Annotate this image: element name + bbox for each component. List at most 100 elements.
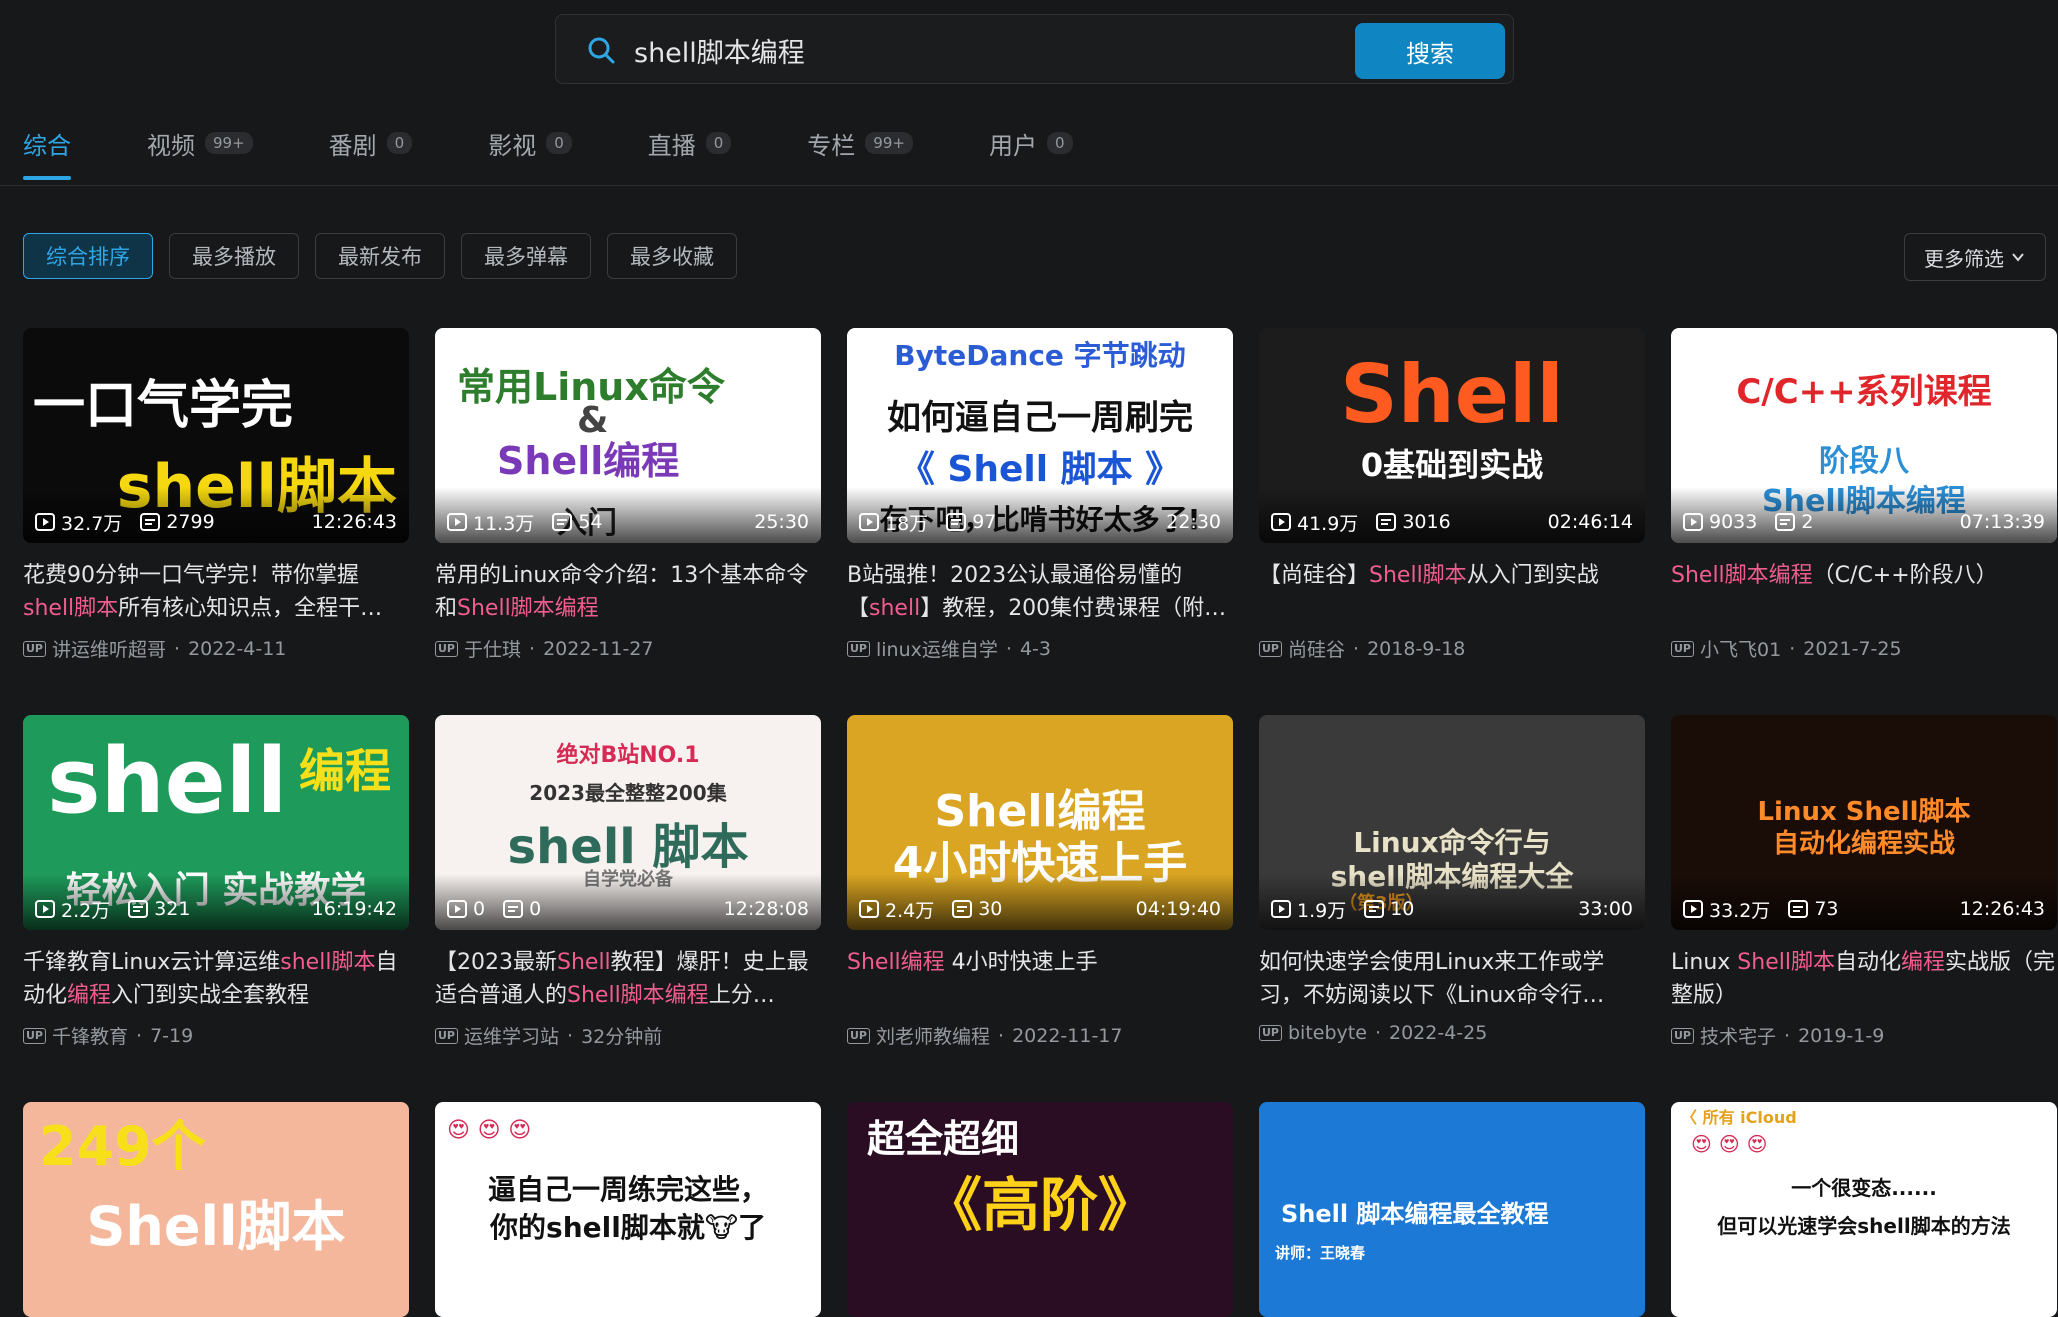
- video-thumbnail[interactable]: Shell 0基础到实战 41.9万 3016 02:46:14: [1259, 328, 1645, 543]
- thumbnail-text: 但可以光速学会shell脚本的方法: [1717, 1214, 2011, 1238]
- search-input[interactable]: [632, 27, 1196, 73]
- thumbnail-text: 超全超细: [867, 1117, 1020, 1161]
- video-title[interactable]: Shell编程 4小时快速上手: [847, 946, 1233, 1012]
- video-duration: 12:26:43: [311, 511, 397, 533]
- video-title[interactable]: 如何快速学会使用Linux来工作或学习，不妨阅读以下《Linux命令行…: [1259, 946, 1645, 1012]
- video-duration: 07:13:39: [1959, 511, 2045, 533]
- author-name: 技术宅子: [1700, 1026, 1777, 1048]
- tab-label: 番剧: [328, 132, 377, 160]
- video-meta[interactable]: UP 于仕琪 · 2022-11-27: [435, 635, 821, 662]
- video-meta[interactable]: UP 讲运维听超哥 · 2022-4-11: [23, 635, 409, 662]
- video-stats: 33.2万 73 12:26:43: [1683, 896, 2045, 922]
- play-count: 2.2万: [35, 896, 110, 923]
- play-count-icon: [859, 900, 879, 918]
- thumbnail-text: C/C++系列课程: [1736, 372, 1992, 412]
- thumbnail-text: 😍 😍 😍: [447, 1118, 532, 1143]
- publish-date: 7-19: [150, 1024, 194, 1047]
- video-thumbnail[interactable]: 〈 所有 iCloud 😍 😍 😍 一个很变态...... 但可以光速学会shell脚…: [1671, 1102, 2057, 1317]
- video-meta[interactable]: UP bitebyte · 2022-4-25: [1259, 1022, 1645, 1044]
- play-count-value: 32.7万: [61, 512, 123, 535]
- video-title[interactable]: 花费90分钟一口气学完！带你掌握 shell脚本所有核心知识点，全程干…: [23, 559, 409, 625]
- sort-option-button[interactable]: 综合排序: [23, 233, 153, 279]
- video-thumbnail[interactable]: ByteDance 字节跳动如何逼自己一周刷完《 Shell 脚本 》存下吧，比…: [847, 328, 1233, 543]
- separator-dot: ·: [1784, 1024, 1791, 1047]
- video-title[interactable]: Shell脚本编程（C/C++阶段八）: [1671, 559, 2057, 625]
- video-card: Shell 0基础到实战 41.9万 3016 02:46:14 【尚硅谷】Shell脚本…: [1259, 328, 1645, 662]
- danmaku-count-value: 321: [154, 898, 191, 920]
- video-duration: 04:19:40: [1135, 898, 1221, 920]
- tab-0[interactable]: 综合: [23, 126, 71, 186]
- video-thumbnail[interactable]: 😍 😍 😍 逼自己一周练完这些， 你的shell脚本就🐮了: [435, 1102, 821, 1317]
- video-meta[interactable]: UP 千锋教育 · 7-19: [23, 1022, 409, 1049]
- play-count: 9033: [1683, 511, 1757, 533]
- play-count: 2.4万: [859, 896, 934, 923]
- sort-option-button[interactable]: 最多收藏: [607, 233, 737, 279]
- tab-2[interactable]: 番剧 0: [329, 126, 413, 186]
- danmaku-icon: [140, 513, 161, 531]
- thumbnail-text: 😍 😍 😍: [1691, 1132, 1768, 1156]
- video-meta[interactable]: UP 技术宅子 · 2019-1-9: [1671, 1022, 2057, 1049]
- tab-5[interactable]: 专栏 99+: [807, 126, 913, 186]
- sort-option-button[interactable]: 最新发布: [315, 233, 445, 279]
- tab-1[interactable]: 视频 99+: [147, 126, 253, 186]
- author-name: 刘老师教编程: [876, 1026, 991, 1048]
- video-thumbnail[interactable]: Shell 脚本编程最全教程 讲师：王晓春: [1259, 1102, 1645, 1317]
- video-title[interactable]: 【尚硅谷】Shell脚本从入门到实战: [1259, 559, 1645, 625]
- tab-6[interactable]: 用户 0: [989, 126, 1073, 186]
- video-thumbnail[interactable]: 249个 Shell脚本: [23, 1102, 409, 1317]
- search-button[interactable]: 搜索: [1355, 23, 1505, 79]
- video-stats: 1.9万 10 33:00: [1271, 896, 1633, 922]
- title-highlight: shell脚本: [23, 596, 119, 621]
- title-text: 入门到实战全套教程: [111, 983, 310, 1008]
- tab-count-badge: 99+: [865, 132, 913, 154]
- video-thumbnail[interactable]: 一口气学完shell脚本32.7万279912:26:43: [23, 328, 409, 543]
- sort-option-button[interactable]: 最多弹幕: [461, 233, 591, 279]
- video-meta[interactable]: UP 尚硅谷 · 2018-9-18: [1259, 635, 1645, 662]
- video-title[interactable]: 千锋教育Linux云计算运维shell脚本自动化编程入门到实战全套教程: [23, 946, 409, 1012]
- video-thumbnail[interactable]: Linux Shell脚本 自动化编程实战 33.2万 73 12:26:43: [1671, 715, 2057, 930]
- video-card: 一口气学完 shell脚本 32.7万 2799 12:26:43 花费90分钟一口气学完…: [23, 328, 409, 662]
- title-text: （C/C++阶段八）: [1812, 563, 1998, 588]
- author-name: 千锋教育: [52, 1026, 129, 1048]
- video-thumbnail[interactable]: Shell编程 4小时快速上手 2.4万 30 04:19:40: [847, 715, 1233, 930]
- video-meta[interactable]: UP 小飞飞01 · 2021-7-25: [1671, 635, 2057, 662]
- video-title[interactable]: 常用的Linux命令介绍：13个基本命令和Shell脚本编程: [435, 559, 821, 625]
- video-duration: 22:30: [1166, 511, 1221, 533]
- title-text: 花费90分钟一口气学完！带你掌握: [23, 563, 359, 588]
- video-title[interactable]: 【2023最新Shell教程】爆肝！史上最适合普通人的Shell脚本编程上分…: [435, 946, 821, 1012]
- thumbnail-text: Shell脚本: [86, 1195, 346, 1258]
- video-meta[interactable]: UP 运维学习站 · 32分钟前: [435, 1022, 821, 1049]
- thumbnail-text: 自动化编程实战: [1772, 829, 1955, 859]
- video-meta[interactable]: UP linux运维自学 · 4-3: [847, 635, 1233, 662]
- play-count-value: 11.3万: [473, 512, 535, 535]
- video-thumbnail[interactable]: C/C++系列课程阶段八Shell脚本编程9033207:13:39: [1671, 328, 2057, 543]
- tab-4[interactable]: 直播 0: [648, 126, 732, 186]
- separator-dot: ·: [136, 1024, 143, 1047]
- thumbnail-text: 《 Shell 脚本 》: [898, 449, 1182, 490]
- tab-3[interactable]: 影视 0: [488, 126, 572, 186]
- thumbnail-text: 如何逼自己一周刷完: [887, 398, 1193, 438]
- author-name: 运维学习站: [464, 1026, 560, 1048]
- thumbnail-text: 249个: [39, 1115, 206, 1178]
- play-count-icon: [859, 513, 879, 531]
- play-count: 18万: [859, 509, 928, 536]
- video-stats: 41.9万 3016 02:46:14: [1271, 509, 1633, 535]
- video-thumbnail[interactable]: Linux命令行与shell脚本编程大全（第3版）1.9万1033:00: [1259, 715, 1645, 930]
- video-title[interactable]: Linux Shell脚本自动化编程实战版（完整版）: [1671, 946, 2057, 1012]
- video-title[interactable]: B站强推！2023公认最通俗易懂的【shell】教程，200集付费课程（附…: [847, 559, 1233, 625]
- video-stats: 9033 2 07:13:39: [1683, 509, 2045, 535]
- tab-count-badge: 0: [546, 132, 572, 154]
- tab-label: 用户: [988, 132, 1037, 160]
- title-highlight: 编程: [1900, 950, 1945, 975]
- video-meta[interactable]: UP 刘老师教编程 · 2022-11-17: [847, 1022, 1233, 1049]
- publish-date: 2019-1-9: [1798, 1024, 1885, 1047]
- title-text: Linux: [1671, 950, 1738, 975]
- video-thumbnail[interactable]: 绝对B站NO.12023最全整整200集shell 脚本自学党必备0012:28…: [435, 715, 821, 930]
- thumbnail-text: ByteDance 字节跳动: [894, 339, 1186, 372]
- video-thumbnail[interactable]: 超全超细 《高阶》: [847, 1102, 1233, 1317]
- video-thumbnail[interactable]: shell编程轻松入门 实战教学2.2万32116:19:42: [23, 715, 409, 930]
- video-thumbnail[interactable]: 常用Linux命令&Shell编程入门11.3万5425:30: [435, 328, 821, 543]
- sort-option-button[interactable]: 最多播放: [169, 233, 299, 279]
- more-filters-button[interactable]: 更多筛选: [1904, 233, 2046, 281]
- up-badge-icon: UP: [847, 1027, 870, 1044]
